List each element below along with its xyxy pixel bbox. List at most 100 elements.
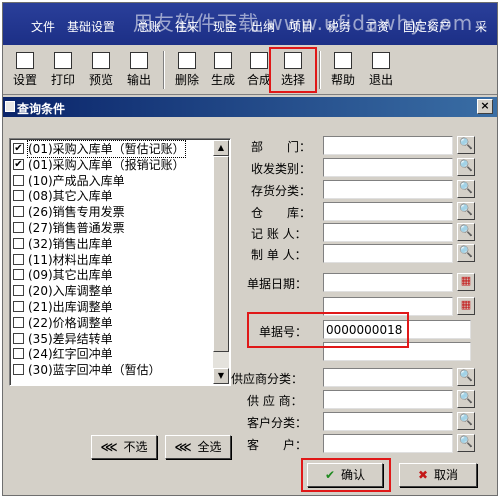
search-icon: 🔍: [459, 203, 473, 216]
checkbox[interactable]: [13, 332, 24, 344]
doc-date-from-calendar-button[interactable]: ▦: [457, 273, 475, 291]
list-item[interactable]: (22)价格调整单: [12, 315, 210, 331]
supplier-input[interactable]: [323, 390, 453, 409]
checkbox[interactable]: [13, 285, 24, 297]
list-item[interactable]: (35)差异结转单: [12, 331, 210, 347]
receive-type-lookup-button[interactable]: 🔍: [457, 158, 475, 176]
supplier-label: 供 应 商：: [247, 394, 303, 408]
scroll-up-button[interactable]: ▲: [213, 140, 229, 156]
preview-icon: [92, 52, 110, 69]
search-icon: 🔍: [459, 391, 473, 404]
checkbox[interactable]: [13, 174, 24, 186]
list-item[interactable]: (10)产成品入库单: [12, 173, 210, 189]
menu-tax[interactable]: 税务: [327, 18, 351, 35]
maker-label: 制 单 人：: [251, 248, 307, 262]
list-item[interactable]: (11)材料出库单: [12, 252, 210, 268]
checkbox[interactable]: [13, 206, 24, 218]
checkbox[interactable]: [13, 237, 24, 249]
receive-type-input[interactable]: [323, 158, 453, 177]
doc-date-label: 单据日期：: [247, 277, 308, 291]
menu-purchase[interactable]: 采: [475, 18, 487, 35]
customer-class-input[interactable]: [323, 412, 453, 431]
doc-date-to-calendar-button[interactable]: ▦: [457, 297, 475, 315]
menu-fixed-assets[interactable]: 固定资产: [403, 18, 451, 35]
checkbox[interactable]: [13, 221, 24, 233]
generate-button[interactable]: 生成: [205, 49, 241, 91]
list-item[interactable]: (09)其它出库单: [12, 267, 210, 283]
customer-lookup-button[interactable]: 🔍: [457, 434, 475, 452]
checkbox[interactable]: ✔: [13, 158, 24, 170]
supplier-class-lookup-button[interactable]: 🔍: [457, 368, 475, 386]
preview-button[interactable]: 预览: [83, 49, 119, 91]
list-item-label: (20)入库调整单: [28, 284, 113, 299]
dialog-close-button[interactable]: ×: [477, 99, 493, 114]
deselect-all-button[interactable]: ⋘ 不选: [91, 435, 157, 459]
search-icon: 🔍: [459, 159, 473, 172]
merge-icon: [250, 52, 268, 69]
inventory-class-lookup-button[interactable]: 🔍: [457, 180, 475, 198]
menu-receivables[interactable]: 往来: [175, 18, 199, 35]
checkbox[interactable]: [13, 348, 24, 360]
print-button[interactable]: 打印: [45, 49, 81, 91]
inventory-class-input[interactable]: [323, 180, 453, 199]
list-item[interactable]: (26)销售专用发票: [12, 204, 210, 220]
checkbox[interactable]: [13, 300, 24, 312]
scroll-thumb[interactable]: [213, 156, 229, 352]
customer-input[interactable]: [323, 434, 453, 453]
list-item[interactable]: (24)红字回冲单: [12, 346, 210, 362]
list-item-label: (01)采购入库单（报销记账）: [28, 157, 185, 172]
menu-cash[interactable]: 现金: [213, 18, 237, 35]
customer-class-lookup-button[interactable]: 🔍: [457, 412, 475, 430]
scroll-down-button[interactable]: ▼: [213, 368, 229, 384]
bookkeeper-input[interactable]: [323, 223, 453, 242]
cancel-button[interactable]: ✖ 取消: [399, 463, 477, 487]
menu-payroll[interactable]: 工资: [365, 18, 389, 35]
department-input[interactable]: [323, 136, 453, 155]
list-item[interactable]: (32)销售出库单: [12, 236, 210, 252]
list-item[interactable]: (20)入库调整单: [12, 283, 210, 299]
settings-button[interactable]: 设置: [7, 49, 43, 91]
export-button[interactable]: 输出: [121, 49, 157, 91]
search-icon: 🔍: [459, 369, 473, 382]
department-lookup-button[interactable]: 🔍: [457, 136, 475, 154]
list-item[interactable]: ✔ (01)采购入库单（报销记账）: [12, 157, 210, 173]
warehouse-lookup-button[interactable]: 🔍: [457, 202, 475, 220]
supplier-class-input[interactable]: [323, 368, 453, 387]
select-all-button[interactable]: ⋘ 全选: [165, 435, 231, 459]
checkbox[interactable]: [13, 269, 24, 281]
list-item-label: (01)采购入库单（暂估记账）: [27, 140, 186, 158]
menu-basic-settings[interactable]: 基础设置: [67, 18, 115, 35]
list-item[interactable]: (08)其它入库单: [12, 188, 210, 204]
calendar-icon: ▦: [460, 274, 472, 287]
search-icon: 🔍: [459, 435, 473, 448]
list-item[interactable]: ✔ (01)采购入库单（暂估记账）: [12, 140, 210, 158]
delete-button[interactable]: 删除: [169, 49, 205, 91]
toolbar: 设置 打印 预览 输出 删除 生成 合成 选择 帮助 退出: [3, 45, 497, 95]
inventory-class-label: 存货分类：: [251, 184, 312, 198]
checkbox[interactable]: [13, 364, 24, 376]
exit-button[interactable]: 退出: [363, 49, 399, 91]
list-item[interactable]: (27)销售普通发票: [12, 220, 210, 236]
list-scrollbar[interactable]: ▲ ▼: [213, 140, 229, 384]
checkbox[interactable]: [13, 253, 24, 265]
printer-icon: [54, 52, 72, 69]
warehouse-input[interactable]: [323, 202, 453, 221]
list-item[interactable]: (30)蓝字回冲单（暂估）: [12, 362, 210, 378]
maker-input[interactable]: [323, 244, 453, 263]
checkbox[interactable]: [13, 316, 24, 328]
help-button[interactable]: 帮助: [325, 49, 361, 91]
menu-project[interactable]: 项目: [289, 18, 313, 35]
list-item[interactable]: (21)出库调整单: [12, 299, 210, 315]
delete-icon: [178, 52, 196, 69]
menu-cashier[interactable]: 出纳: [251, 18, 275, 35]
document-type-list: ✔ (01)采购入库单（暂估记账） ✔ (01)采购入库单（报销记账） (10)产成品入…: [9, 138, 231, 386]
search-icon: 🔍: [459, 224, 473, 237]
checkbox[interactable]: [13, 190, 24, 202]
menu-file[interactable]: 文件: [31, 18, 55, 35]
doc-date-from-input[interactable]: [323, 273, 453, 292]
menu-general-ledger[interactable]: 总账: [137, 18, 161, 35]
checkbox[interactable]: ✔: [13, 143, 24, 154]
maker-lookup-button[interactable]: 🔍: [457, 244, 475, 262]
supplier-lookup-button[interactable]: 🔍: [457, 390, 475, 408]
bookkeeper-lookup-button[interactable]: 🔍: [457, 223, 475, 241]
